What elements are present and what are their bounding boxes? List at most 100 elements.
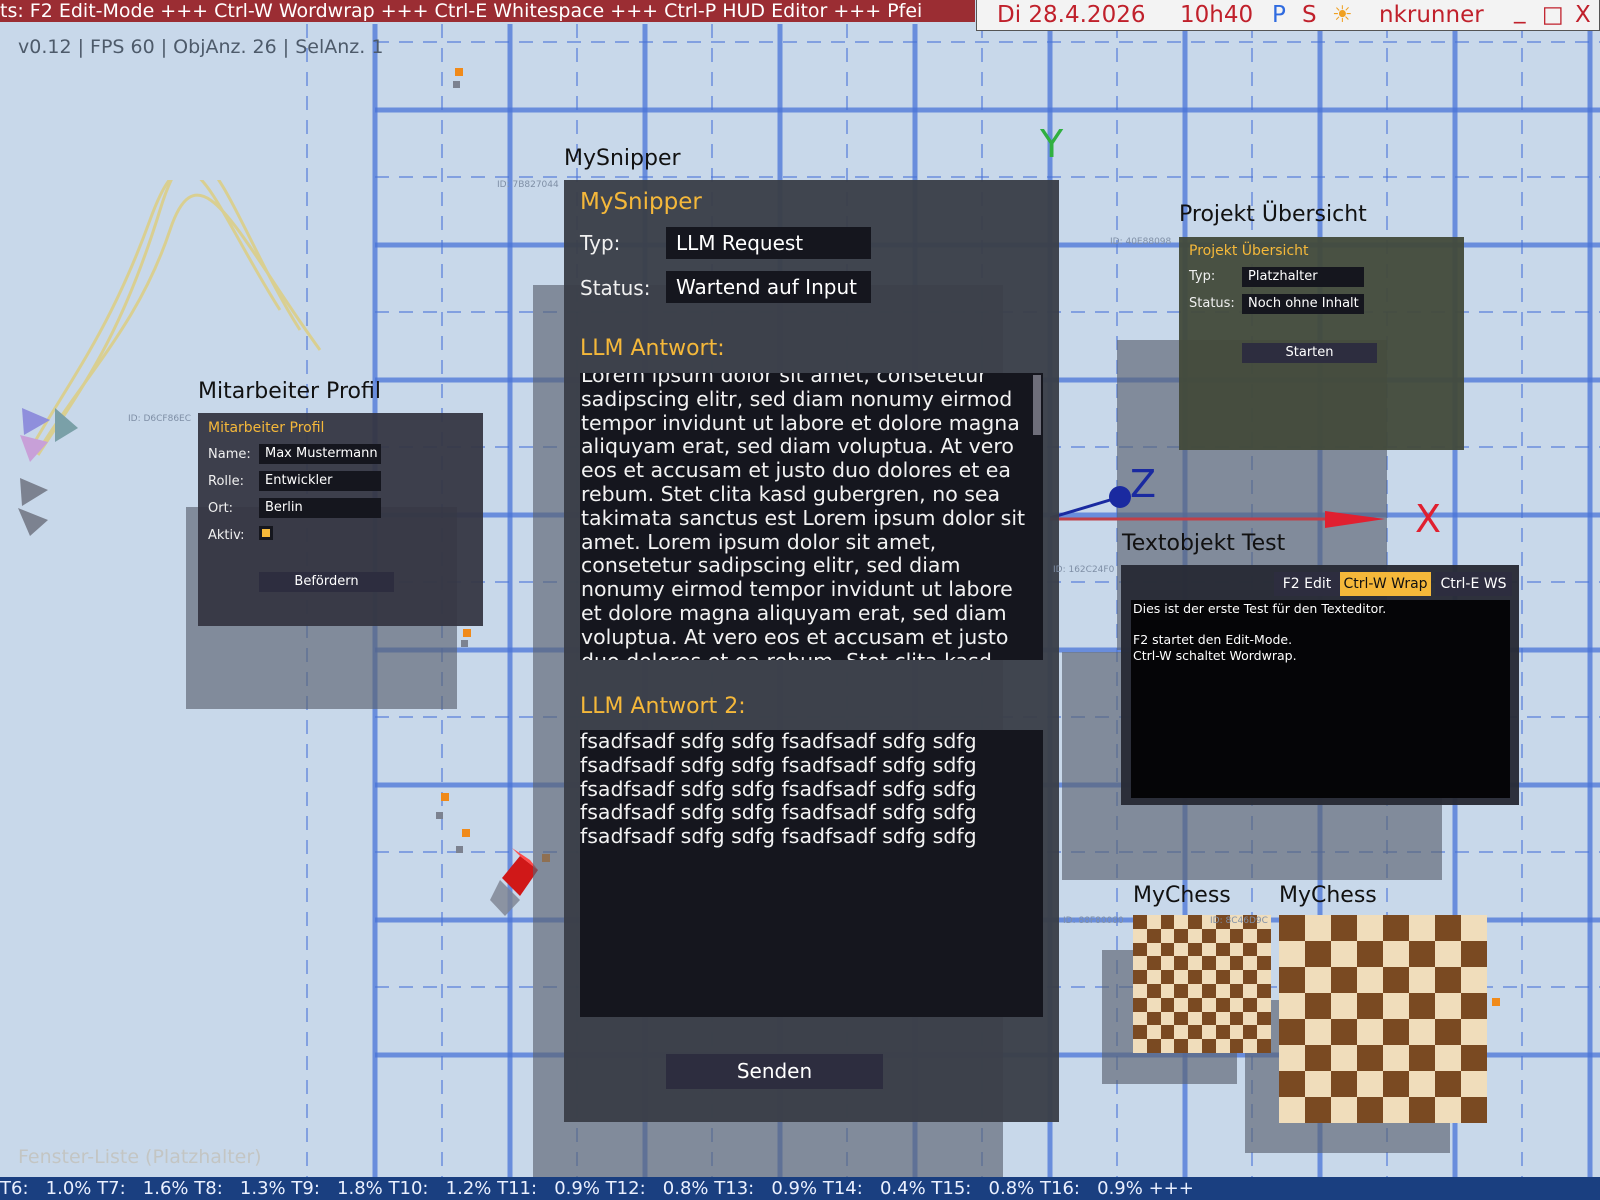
rolle-field[interactable]: Entwickler [259, 471, 381, 491]
chess-square[interactable] [1133, 970, 1147, 984]
chess-square[interactable] [1357, 1045, 1383, 1071]
chess-square[interactable] [1243, 970, 1258, 984]
chess-square[interactable] [1188, 984, 1202, 998]
chess-square[interactable] [1409, 1045, 1435, 1071]
chess-square[interactable] [1174, 1025, 1189, 1040]
chess-square[interactable] [1202, 956, 1216, 971]
chess-square[interactable] [1243, 942, 1258, 957]
chess-square[interactable] [1435, 993, 1461, 1019]
typ-field[interactable]: LLM Request [666, 227, 871, 259]
chess-square[interactable] [1331, 1071, 1357, 1097]
chess-square[interactable] [1409, 1071, 1435, 1097]
chess-square[interactable] [1357, 1019, 1383, 1045]
chess-square[interactable] [1215, 942, 1230, 957]
chess-square[interactable] [1215, 997, 1230, 1012]
starten-button[interactable]: Starten [1242, 343, 1377, 363]
chess-square[interactable] [1461, 993, 1487, 1019]
chess-square[interactable] [1146, 928, 1161, 943]
chess-square[interactable] [1279, 915, 1305, 941]
chess-square[interactable] [1435, 1097, 1461, 1123]
chess-square[interactable] [1160, 956, 1175, 971]
chess-square[interactable] [1305, 941, 1331, 967]
chess-square[interactable] [1279, 1097, 1305, 1123]
chess-square[interactable] [1215, 1011, 1230, 1026]
chess-square[interactable] [1243, 956, 1258, 971]
chess-square[interactable] [1305, 915, 1331, 941]
chess-square[interactable] [1215, 1025, 1230, 1040]
chess-square[interactable] [1160, 984, 1175, 998]
chess-square[interactable] [1409, 1019, 1435, 1045]
chess-square[interactable] [1257, 984, 1271, 998]
chess-square[interactable] [1435, 1071, 1461, 1097]
chess-square[interactable] [1146, 1039, 1161, 1053]
chess-square[interactable] [1279, 941, 1305, 967]
chess-square[interactable] [1435, 1019, 1461, 1045]
chess1-window-title[interactable]: MyChess [1133, 883, 1231, 908]
chess-square[interactable] [1160, 1025, 1175, 1040]
chess-square[interactable] [1229, 970, 1244, 984]
maximize-icon[interactable]: □ [1542, 0, 1564, 31]
chess-square[interactable] [1409, 1097, 1435, 1123]
chess-square[interactable] [1305, 1071, 1331, 1097]
ort-field[interactable]: Berlin [259, 498, 381, 518]
chess-square[interactable] [1215, 956, 1230, 971]
chess-square[interactable] [1160, 915, 1175, 929]
chess-square[interactable] [1257, 1011, 1271, 1026]
chess-square[interactable] [1461, 915, 1487, 941]
answer-textarea[interactable]: Lorem ipsum dolor sit amet, consetetur s… [580, 373, 1043, 660]
chess-square[interactable] [1229, 942, 1244, 957]
chess-square[interactable] [1331, 915, 1357, 941]
mitarbeiter-window-title[interactable]: Mitarbeiter Profil [198, 379, 381, 404]
chess-square[interactable] [1188, 997, 1202, 1012]
chess-square[interactable] [1174, 997, 1189, 1012]
chess-square[interactable] [1383, 1045, 1409, 1071]
chess-square[interactable] [1383, 967, 1409, 993]
chess-square[interactable] [1133, 997, 1147, 1012]
chess-square[interactable] [1229, 1025, 1244, 1040]
chess-square[interactable] [1305, 967, 1331, 993]
chess-square[interactable] [1160, 928, 1175, 943]
chess-square[interactable] [1133, 956, 1147, 971]
chess-square[interactable] [1202, 984, 1216, 998]
chess-square[interactable] [1435, 915, 1461, 941]
chess-square[interactable] [1409, 967, 1435, 993]
chess-square[interactable] [1133, 1025, 1147, 1040]
chess-square[interactable] [1215, 970, 1230, 984]
chess-square[interactable] [1305, 1097, 1331, 1123]
text-editor-area[interactable]: Dies ist der erste Test für den Textedit… [1131, 600, 1510, 798]
chess-square[interactable] [1357, 941, 1383, 967]
status-field[interactable]: Wartend auf Input [666, 271, 871, 303]
aktiv-checkbox[interactable] [259, 526, 273, 540]
chess-square[interactable] [1305, 1019, 1331, 1045]
chess-square[interactable] [1160, 1011, 1175, 1026]
chess-square[interactable] [1188, 1039, 1202, 1053]
chess-square[interactable] [1174, 984, 1189, 998]
befoerdern-button[interactable]: Befördern [259, 572, 394, 592]
projekt-typ-field[interactable]: Platzhalter [1242, 267, 1364, 287]
chess-square[interactable] [1383, 1019, 1409, 1045]
minimize-icon[interactable]: _ [1514, 0, 1526, 27]
chess-square[interactable] [1243, 1011, 1258, 1026]
chess-square[interactable] [1174, 928, 1189, 943]
chess-square[interactable] [1331, 1045, 1357, 1071]
chess-square[interactable] [1257, 928, 1271, 943]
chess-square[interactable] [1243, 1039, 1258, 1053]
chess-square[interactable] [1243, 997, 1258, 1012]
close-icon[interactable]: X [1575, 0, 1591, 31]
tab-ctrl-e-ws[interactable]: Ctrl-E WS [1435, 572, 1512, 596]
name-field[interactable]: Max Mustermann [259, 444, 381, 464]
answer-scrollbar[interactable] [1033, 375, 1041, 435]
tray-p-button[interactable]: P [1272, 0, 1286, 31]
chess-square[interactable] [1133, 928, 1147, 943]
chess-square[interactable] [1257, 942, 1271, 957]
chess-square[interactable] [1146, 970, 1161, 984]
chess-square[interactable] [1383, 993, 1409, 1019]
chess-square[interactable] [1160, 942, 1175, 957]
chess-square[interactable] [1133, 984, 1147, 998]
chess-square[interactable] [1229, 984, 1244, 998]
chess-square[interactable] [1461, 1071, 1487, 1097]
snipper-window-title[interactable]: MySnipper [564, 146, 681, 171]
chess-square[interactable] [1174, 915, 1189, 929]
chess-square[interactable] [1202, 1039, 1216, 1053]
chess-square[interactable] [1174, 942, 1189, 957]
